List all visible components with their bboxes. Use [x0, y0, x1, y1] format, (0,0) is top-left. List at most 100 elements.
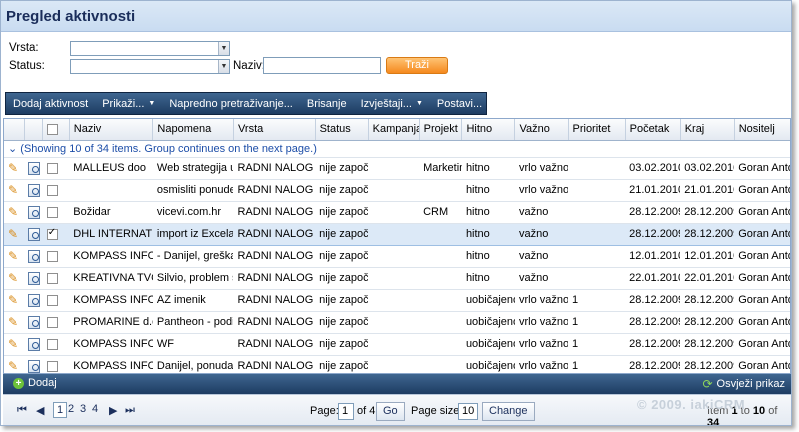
table-cell: Marketin — [419, 157, 462, 180]
refresh-button[interactable]: ⟳ Osvježi prikaz — [702, 377, 785, 391]
view-details-icon[interactable] — [28, 227, 41, 241]
last-page-icon[interactable]: ⏭ — [125, 404, 135, 417]
select-all-checkbox[interactable] — [47, 123, 59, 135]
column-header[interactable]: Početak — [625, 119, 681, 141]
go-button[interactable]: Go — [376, 402, 405, 421]
grid-footer-bar: + Dodaj ⟳ Osvježi prikaz — [3, 374, 791, 394]
table-cell: Danijel, ponuda z — [152, 355, 234, 373]
pencil-icon[interactable]: ✎ — [8, 293, 18, 307]
add-button[interactable]: + Dodaj — [13, 377, 57, 389]
page-number-link[interactable]: 4 — [92, 403, 98, 415]
table-cell — [568, 267, 626, 290]
pencil-icon[interactable]: ✎ — [8, 183, 18, 197]
column-header[interactable]: Važno — [514, 119, 569, 141]
table-cell — [419, 267, 462, 290]
row-checkbox[interactable] — [46, 206, 58, 218]
page-number-link[interactable]: 1 — [53, 402, 68, 418]
table-cell: 28.12.2009 1 — [680, 201, 735, 224]
column-header[interactable]: Napomena — [152, 119, 234, 141]
column-header[interactable]: Naziv — [69, 119, 154, 141]
pencil-icon[interactable]: ✎ — [8, 359, 18, 373]
row-checkbox[interactable] — [46, 360, 58, 372]
status-label: Status: — [9, 60, 45, 72]
toolbar-item-2[interactable]: Napredno pretraživanje... — [162, 98, 300, 110]
column-header[interactable]: Kraj — [680, 119, 735, 141]
table-cell: vrlo važno — [514, 157, 568, 180]
column-header[interactable]: Hitno — [461, 119, 516, 141]
table-row[interactable]: ✎ KOMPASS INFO dDanijel, ponuda zRADNI NA… — [4, 355, 790, 373]
chevron-down-icon[interactable]: ▼ — [218, 42, 229, 55]
toolbar-item-0[interactable]: Dodaj aktivnost — [6, 98, 95, 110]
page-number-link[interactable]: 3 — [80, 403, 86, 415]
table-row[interactable]: ✎ osmisliti ponudeRADNI NALOGnije započe h… — [4, 179, 790, 202]
row-checkbox[interactable] — [46, 338, 58, 350]
table-row[interactable]: ✎ KOMPASS INFO dAZ imenikRADNI NALOGnije … — [4, 289, 790, 312]
naziv-input[interactable] — [263, 57, 381, 74]
search-button[interactable]: Traži — [386, 57, 448, 74]
pencil-icon[interactable]: ✎ — [8, 249, 18, 263]
toolbar-item-5[interactable]: Postavi... ▼ — [430, 98, 500, 110]
table-cell: 22.01.2010 — [625, 267, 681, 290]
view-details-icon[interactable] — [28, 183, 41, 197]
column-header[interactable]: Projekt — [419, 119, 463, 141]
pencil-icon[interactable]: ✎ — [8, 315, 18, 329]
pencil-icon[interactable]: ✎ — [8, 337, 18, 351]
table-row[interactable]: ✎ DHL INTERNATICimport iz Excela, pRADNI … — [4, 222, 790, 246]
column-header[interactable]: Kampanja — [368, 119, 420, 141]
toolbar-item-label: Napredno pretraživanje... — [169, 97, 293, 110]
row-checkbox[interactable] — [46, 162, 58, 174]
view-details-icon[interactable] — [28, 161, 41, 175]
header-select-all[interactable] — [42, 119, 70, 141]
view-details-icon[interactable] — [28, 205, 41, 219]
table-row[interactable]: ✎ KOMPASS INFO dWFRADNI NALOGnije započe u… — [4, 333, 790, 356]
row-checkbox[interactable] — [46, 250, 58, 262]
table-cell: Goran Anto — [734, 201, 790, 224]
page-number-link[interactable]: 2 — [68, 403, 74, 415]
table-cell: 28.12.2009 1 — [680, 355, 735, 373]
pencil-icon[interactable]: ✎ — [8, 227, 18, 241]
status-select[interactable]: ▼ — [70, 59, 230, 74]
toolbar-item-1[interactable]: Prikaži... ▼ — [95, 98, 162, 110]
column-header[interactable]: Status — [315, 119, 369, 141]
vrsta-select[interactable]: ▼ — [70, 41, 230, 56]
row-checkbox[interactable] — [46, 227, 58, 240]
table-row[interactable]: ✎ KOMPASS INFO d- Danijel, greška rRADNI … — [4, 245, 790, 268]
view-details-icon[interactable] — [28, 337, 41, 351]
prev-page-icon[interactable]: ◀ — [36, 404, 44, 417]
table-row[interactable]: ✎ PROMARINE d.o. Pantheon - podiz RADNI NAL… — [4, 311, 790, 334]
column-header[interactable]: Prioritet — [568, 119, 626, 141]
chevron-down-icon[interactable]: ▼ — [218, 60, 229, 73]
table-row[interactable]: ✎ KREATIVNA TVOFSilvio, problem sRADNI NA… — [4, 267, 790, 290]
first-page-icon[interactable]: ⏮ — [17, 404, 27, 417]
table-row[interactable]: ✎ MALLEUS dooWeb strategija u oRADNI NALO… — [4, 157, 790, 180]
pencil-icon[interactable]: ✎ — [8, 205, 18, 219]
table-cell: 1 — [568, 333, 626, 356]
table-cell: Goran Anto — [734, 179, 790, 202]
column-header[interactable]: Nositelj — [734, 119, 790, 141]
pencil-icon[interactable]: ✎ — [8, 161, 18, 175]
next-page-icon[interactable]: ▶ — [109, 404, 117, 417]
view-details-icon[interactable] — [28, 249, 41, 263]
row-checkbox[interactable] — [46, 294, 58, 306]
row-checkbox[interactable] — [46, 184, 58, 196]
refresh-icon: ⟳ — [702, 377, 713, 391]
column-header[interactable]: Vrsta — [233, 119, 316, 141]
view-details-icon[interactable] — [28, 271, 41, 285]
toolbar-item-3[interactable]: Brisanje — [300, 98, 354, 110]
page-input[interactable]: 1 — [338, 403, 354, 420]
page-size-input[interactable]: 10 — [458, 403, 478, 420]
pencil-icon[interactable]: ✎ — [8, 271, 18, 285]
row-checkbox[interactable] — [46, 316, 58, 328]
change-button[interactable]: Change — [482, 402, 535, 421]
table-cell: KOMPASS INFO d — [69, 245, 153, 268]
activities-grid: Naziv Napomena Vrsta Status Kampanja Projekt H… — [3, 118, 791, 374]
view-details-icon[interactable] — [28, 293, 41, 307]
table-cell — [568, 222, 626, 246]
view-details-icon[interactable] — [28, 359, 41, 373]
table-cell: CRM — [419, 201, 462, 224]
toolbar-item-4[interactable]: Izvještaji... ▼ — [354, 98, 430, 110]
table-row[interactable]: ✎ Božidar vicevi.com.hr RADNI NALOG nije zap… — [4, 201, 790, 224]
row-checkbox[interactable] — [46, 272, 58, 284]
view-details-icon[interactable] — [28, 315, 41, 329]
collapse-group-icon[interactable]: ⌄ — [8, 143, 17, 155]
